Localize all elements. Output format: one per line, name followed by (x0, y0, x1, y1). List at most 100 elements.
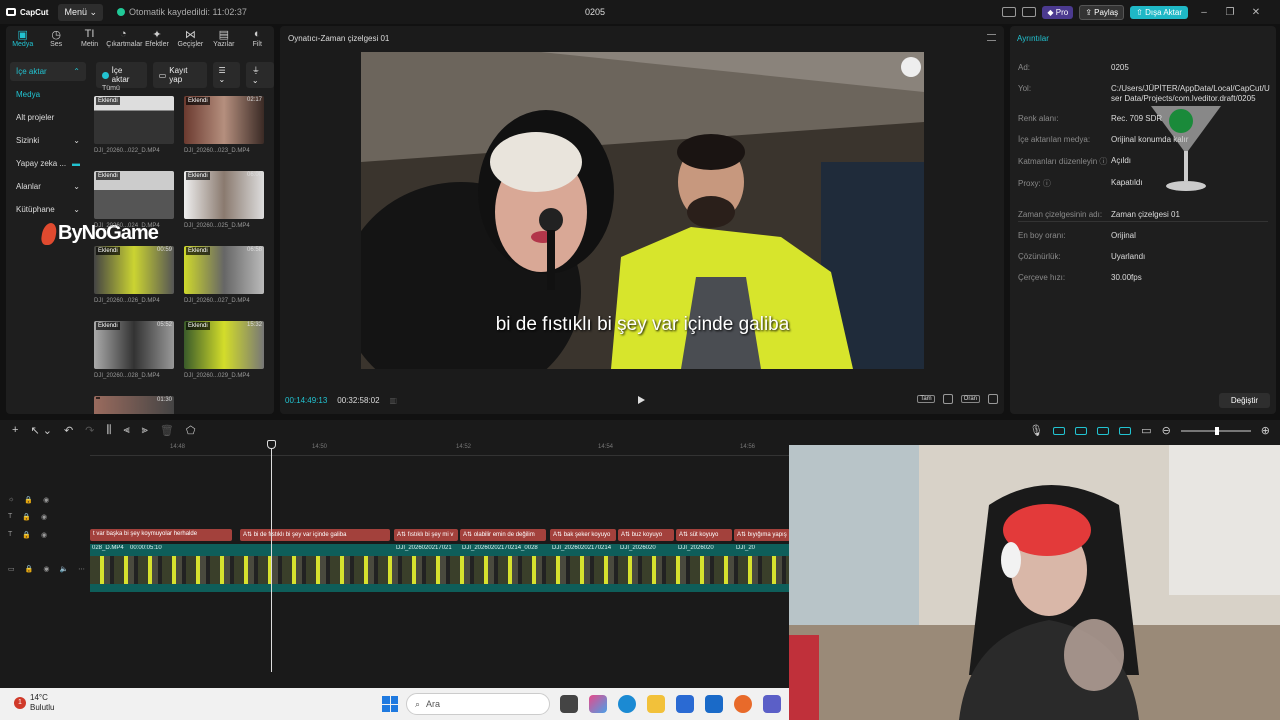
outlook-icon[interactable] (705, 695, 723, 713)
tab-effects[interactable]: ✦ Efektler (140, 26, 173, 54)
select-tool-icon[interactable]: ↖ ⌄ (30, 424, 52, 437)
file-explorer-icon[interactable] (647, 695, 665, 713)
media-clip[interactable]: Eklendi 15:32 DJI_20260...029_D.MP4 (184, 321, 264, 379)
sidenav-yours[interactable]: Sizinki ⌄ (10, 131, 86, 150)
play-button[interactable] (638, 396, 645, 404)
windows-start-icon[interactable] (382, 696, 398, 712)
change-button[interactable]: Değiştir (1218, 393, 1270, 408)
marker-icon[interactable]: ⬠ (186, 424, 196, 437)
media-clip[interactable]: Eklendi 05:52 DJI_20260...028_D.MP4 (94, 321, 174, 379)
eye-icon[interactable]: ◉ (43, 496, 49, 504)
time-ruler[interactable]: 14:48 14:50 14:52 14:54 14:56 (90, 442, 790, 456)
add-track-icon[interactable]: + (12, 424, 18, 436)
lock-icon[interactable]: 🔒 (24, 496, 33, 504)
copilot-icon[interactable] (589, 695, 607, 713)
sidenav-ai[interactable]: Yapay zeka ... ▬ (10, 154, 86, 173)
media-clip[interactable]: 01:30 (94, 396, 174, 414)
sidenav-import[interactable]: İçe aktar ⌃ (10, 62, 86, 81)
zoom-slider[interactable] (1180, 426, 1251, 435)
export-button[interactable]: ⇧ Dışa Aktar (1130, 5, 1188, 19)
undo-icon[interactable]: ↶ (64, 424, 73, 437)
tab-audio[interactable]: ◷ Ses (39, 26, 72, 54)
teams-icon[interactable] (763, 695, 781, 713)
menu-button[interactable]: Menü ⌄ (58, 3, 104, 21)
split-icon[interactable]: ⫼ (106, 424, 111, 437)
fullscreen-icon[interactable] (988, 394, 998, 404)
more-icon[interactable]: ⋯ (78, 565, 85, 573)
caption-clip[interactable]: A⇅ fıstıklı bi şey mi v (394, 529, 458, 541)
caption-clip[interactable]: A⇅ buz koyuyo (618, 529, 674, 541)
tab-filters[interactable]: ◐ Filt (241, 26, 274, 54)
redo-icon[interactable]: ↷ (85, 424, 94, 437)
media-clip[interactable]: Eklendi 06:58 DJI_20260...027_D.MP4 (184, 246, 264, 304)
pro-button[interactable]: ◆ Pro (1042, 5, 1074, 19)
tab-media[interactable]: ▣ Medya (6, 26, 39, 54)
edge-icon[interactable] (618, 695, 636, 713)
playhead-handle[interactable] (267, 440, 276, 449)
video-preview[interactable]: bi de fıstıklı bi şey var içinde galiba (361, 52, 924, 369)
shortcuts-icon[interactable] (1022, 7, 1037, 17)
weather-widget[interactable]: 1 14°C Bulutlu (14, 693, 54, 713)
tab-text[interactable]: TI Metin (73, 26, 106, 54)
ruler-tick: 14:50 (312, 444, 328, 450)
playhead[interactable] (271, 440, 272, 672)
firefox-icon[interactable] (734, 695, 752, 713)
caption-clip[interactable]: t var başka bi şey koymuyolar herhalde (90, 529, 232, 541)
sidenav-library[interactable]: Kütüphane ⌄ (10, 200, 86, 219)
eye-icon[interactable]: ◉ (41, 513, 47, 521)
clip-thumbnail: 01:30 (94, 396, 174, 414)
delete-icon[interactable]: 🗑 (160, 424, 174, 437)
focus-icon[interactable] (942, 394, 953, 404)
snap-icon[interactable] (1119, 426, 1132, 435)
filters-icon: ◐ (253, 28, 261, 40)
lock-icon[interactable]: 🔒 (22, 531, 31, 539)
caption-clip[interactable]: A⇅ bıyığıma yapış (734, 529, 790, 541)
task-view-icon[interactable] (560, 695, 578, 713)
caption-icon[interactable]: ▭ (1141, 424, 1151, 437)
maximize-icon[interactable]: ❐ (1220, 7, 1240, 18)
player-menu-icon[interactable] (987, 34, 996, 41)
media-clip[interactable]: Eklendi 02:17 DJI_20260...023_D.MP4 (184, 96, 264, 154)
magnet-icon[interactable] (1053, 426, 1066, 435)
split-right-icon[interactable]: ⫸ (142, 424, 148, 437)
caption-clip[interactable]: A⇅ bak şeker koyuyo (550, 529, 616, 541)
share-button[interactable]: ⇪ Paylaş (1079, 4, 1125, 20)
filter-button[interactable]: ⏚ ⌄ (245, 62, 274, 88)
sidenav-media[interactable]: Medya (10, 85, 86, 104)
tab-stickers[interactable]: ◔ Çıkartmalar (106, 26, 142, 54)
record-button[interactable]: ▭ Kayıt yap (152, 62, 207, 88)
microphone-icon[interactable]: 🎙 (1029, 424, 1043, 437)
zoom-slider-knob[interactable] (1214, 426, 1219, 435)
store-icon[interactable] (676, 695, 694, 713)
sort-button[interactable]: ☰ ⌄ (212, 62, 240, 88)
minimize-icon[interactable]: – (1194, 7, 1214, 18)
preview-axis-icon[interactable] (1097, 426, 1110, 435)
caption-clip[interactable]: A⇅ bi de fıstıklı bi şey var içinde gali… (240, 529, 390, 541)
sidenav-spaces[interactable]: Alanlar ⌄ (10, 177, 86, 196)
lock-icon[interactable]: 🔒 (22, 513, 31, 521)
eye-icon[interactable]: ◉ (43, 565, 49, 573)
tab-transitions[interactable]: ⋈ Geçişler (174, 26, 207, 54)
caption-clip[interactable]: A⇅ olabilir emin de değilim (460, 529, 546, 541)
eye-icon[interactable]: ◉ (41, 531, 47, 539)
full-quality-button[interactable]: Tam (917, 395, 935, 403)
audio-mute-icon[interactable]: 🔈 (59, 565, 68, 573)
caption-clip[interactable]: A⇅ süt koyuyo (676, 529, 732, 541)
taskbar-search[interactable]: ⌕ Ara (406, 693, 550, 715)
sidenav-subprojects[interactable]: Alt projeler (10, 108, 86, 127)
media-clip[interactable]: Eklendi DJI_20260...024_D.MP4 (94, 171, 174, 229)
lock-icon[interactable]: 🔒 (25, 565, 34, 573)
ratio-button[interactable]: Oran (960, 395, 980, 403)
video-track[interactable]: 028_D.MP4 00:00:05:10 DJI_2026020217021 … (90, 544, 790, 592)
tab-captions[interactable]: ▤ Yazılar (207, 26, 240, 54)
media-clip[interactable]: Eklendi 00:59 DJI_20260...026_D.MP4 (94, 246, 174, 304)
clip-thumbnail: Eklendi (94, 171, 174, 219)
split-left-icon[interactable]: ⫷ (123, 424, 129, 437)
media-clip[interactable]: Eklendi 06:00 DJI_20260...025_D.MP4 (184, 171, 264, 229)
media-clip[interactable]: Eklendi 01:24 DJI_20260...022_D.MP4 (94, 96, 174, 154)
zoom-in-icon[interactable]: ⊕ (1261, 424, 1270, 437)
layout-icon[interactable] (1002, 7, 1017, 17)
zoom-out-icon[interactable]: ⊖ (1162, 424, 1171, 437)
close-icon[interactable]: ✕ (1246, 7, 1266, 18)
link-icon[interactable] (1075, 426, 1088, 435)
